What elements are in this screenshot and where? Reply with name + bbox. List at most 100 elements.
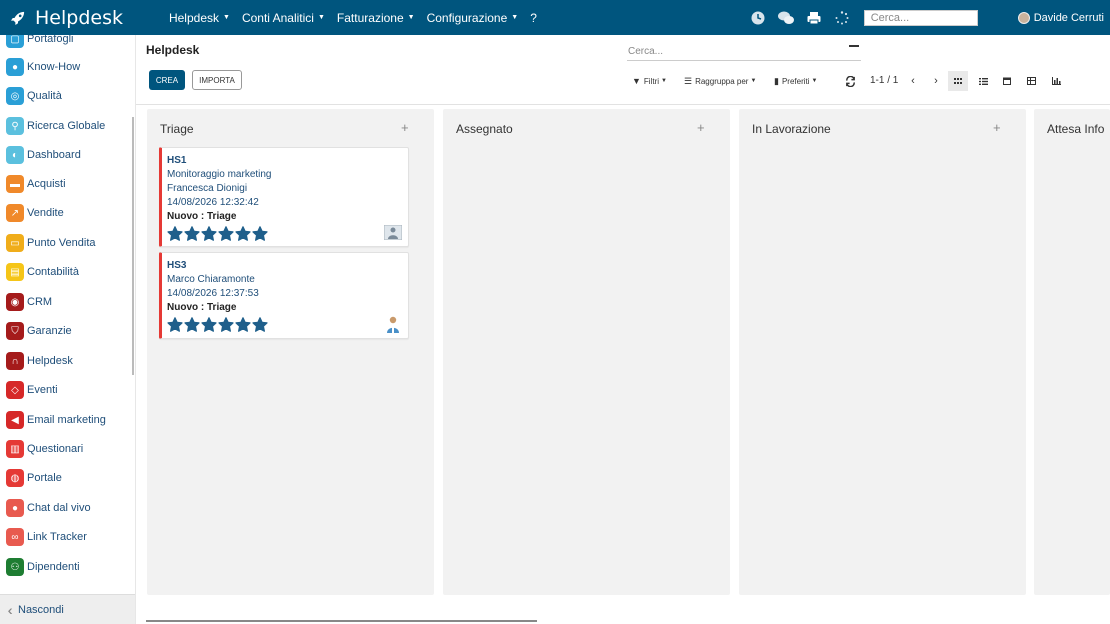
graph-view-icon[interactable] <box>1046 71 1066 91</box>
star-icon[interactable] <box>218 317 234 333</box>
add-card-icon[interactable]: + <box>697 120 705 135</box>
sidebar-item-crm[interactable]: ◉ CRM <box>6 292 52 312</box>
star-icon[interactable] <box>184 317 200 333</box>
sidebar-item-know-how[interactable]: ● Know-How <box>6 57 80 77</box>
import-button[interactable]: IMPORTA <box>192 70 242 90</box>
menu-helpdesk[interactable]: Helpdesk ▼ <box>169 11 230 25</box>
star-icon[interactable] <box>235 226 251 242</box>
caret-down-icon: ▼ <box>511 14 519 21</box>
filters-dropdown[interactable]: ▼ Filtri ▼ <box>632 73 667 89</box>
ticket-date: 14/08/2026 12:32:42 <box>167 197 259 208</box>
menu-help[interactable]: ? <box>530 11 537 25</box>
user-menu[interactable]: Davide Cerruti <box>1017 11 1104 24</box>
accounting-icon: ▤ <box>6 263 24 281</box>
survey-icon: ▥ <box>6 440 24 458</box>
groupby-dropdown[interactable]: ☰ Raggruppa per ▼ <box>684 73 756 89</box>
event-icon: ◇ <box>6 381 24 399</box>
chevron-right-icon[interactable]: › <box>930 73 942 89</box>
star-icon[interactable] <box>235 317 251 333</box>
groupby-icon: ☰ <box>684 75 693 86</box>
dashboard-icon: ◐ <box>6 146 24 164</box>
refresh-icon[interactable] <box>843 73 857 89</box>
sidebar-item-email-marketing[interactable]: ◀ Email marketing <box>6 410 106 430</box>
sidebar-item-acquisti[interactable]: ▬ Acquisti <box>6 174 66 194</box>
list-view-icon[interactable] <box>973 71 993 91</box>
sidebar-item-link-tracker[interactable]: ∞ Link Tracker <box>6 527 87 547</box>
column-title: In Lavorazione <box>752 122 831 136</box>
menu-conti-analitici[interactable]: Conti Analitici ▼ <box>242 11 325 25</box>
sidebar-item-contabilita[interactable]: ▤ Contabilità <box>6 262 79 282</box>
star-icon[interactable] <box>252 317 268 333</box>
sidebar-item-punto-vendita[interactable]: ▭ Punto Vendita <box>6 233 96 253</box>
breadcrumb: Helpdesk <box>146 43 200 57</box>
sidebar-scrollbar[interactable] <box>132 117 134 375</box>
star-icon[interactable] <box>252 226 268 242</box>
wallet-icon: ▢ <box>6 35 24 48</box>
sidebar-item-chat-dal-vivo[interactable]: ● Chat dal vivo <box>6 498 91 518</box>
spinner-icon[interactable] <box>834 10 850 26</box>
create-button[interactable]: CREA <box>149 70 185 90</box>
crm-icon: ◉ <box>6 293 24 311</box>
sidebar-item-vendite[interactable]: ↗ Vendite <box>6 203 64 223</box>
email-icon: ◀ <box>6 411 24 429</box>
column-title: Triage <box>160 122 194 136</box>
caret-down-icon: ▼ <box>317 14 325 21</box>
sidebar-item-portafogli[interactable]: ▢ Portafogli <box>6 35 73 49</box>
brand[interactable]: Helpdesk <box>11 7 123 29</box>
global-search-input[interactable]: Cerca... <box>863 9 978 26</box>
app-sidebar: ▢ Portafogli ● Know-How ◎ Qualità ⚲ Ricerca … <box>0 35 136 624</box>
top-navbar: Helpdesk Helpdesk ▼ Conti Analitici ▼ Fatt… <box>0 0 1110 35</box>
kanban-view-icon[interactable] <box>948 71 968 91</box>
pager-value[interactable]: 1-1 / 1 <box>870 75 898 86</box>
ticket-card-hs1[interactable]: HS1 Monitoraggio marketing Francesca Dio… <box>159 147 409 247</box>
app-name: Helpdesk <box>35 6 123 29</box>
filter-icon: ▼ <box>632 76 641 86</box>
priority-stars[interactable] <box>167 226 408 242</box>
sidebar-item-dipendenti[interactable]: ⚇ Dipendenti <box>6 557 80 577</box>
sidebar-item-garanzie[interactable]: ⛉ Garanzie <box>6 321 72 341</box>
employees-icon: ⚇ <box>6 558 24 576</box>
star-icon[interactable] <box>201 317 217 333</box>
clock-icon[interactable] <box>750 10 766 26</box>
warranty-icon: ⛉ <box>6 322 24 340</box>
sidebar-item-questionari[interactable]: ▥ Questionari <box>6 439 83 459</box>
calendar-view-icon[interactable] <box>997 71 1017 91</box>
priority-stars[interactable] <box>167 317 408 333</box>
user-name: Davide Cerruti <box>1033 11 1104 24</box>
add-card-icon[interactable]: + <box>993 120 1001 135</box>
sidebar-item-portale[interactable]: ◍ Portale <box>6 468 62 488</box>
headset-icon: ∩ <box>6 352 24 370</box>
sidebar-item-helpdesk[interactable]: ∩ Helpdesk <box>6 351 73 371</box>
print-icon[interactable] <box>806 10 822 26</box>
menu-configurazione[interactable]: Configurazione ▼ <box>427 11 519 25</box>
ticket-customer: Marco Chiaramonte <box>167 274 255 285</box>
star-icon[interactable] <box>167 226 183 242</box>
sidebar-item-ricerca-globale[interactable]: ⚲ Ricerca Globale <box>6 116 105 136</box>
star-icon[interactable] <box>201 226 217 242</box>
main-menu: Helpdesk ▼ Conti Analitici ▼ Fatturazione ▼… <box>169 11 549 25</box>
chevron-left-icon[interactable]: ‹ <box>907 73 919 89</box>
search-input[interactable]: Cerca... <box>627 42 861 61</box>
star-icon[interactable] <box>218 226 234 242</box>
sidebar-item-dashboard[interactable]: ◐ Dashboard <box>6 145 81 165</box>
avatar <box>1017 11 1030 24</box>
pivot-view-icon[interactable] <box>1021 71 1041 91</box>
favorites-dropdown[interactable]: ▮ Preferiti ▼ <box>774 73 817 89</box>
chat-icon[interactable] <box>777 10 794 26</box>
search-icon: ⚲ <box>6 117 24 135</box>
collapse-search-icon[interactable] <box>849 45 859 47</box>
column-title: Assegnato <box>456 122 513 136</box>
ticket-customer: Francesca Dionigi <box>167 183 248 194</box>
star-icon[interactable] <box>167 317 183 333</box>
ticket-date: 14/08/2026 12:37:53 <box>167 288 259 299</box>
link-icon: ∞ <box>6 528 24 546</box>
sidebar-hide-button[interactable]: ‹‹ Nascondi <box>0 594 135 624</box>
menu-fatturazione[interactable]: Fatturazione ▼ <box>337 11 415 25</box>
add-card-icon[interactable]: + <box>401 120 409 135</box>
sidebar-item-eventi[interactable]: ◇ Eventi <box>6 380 58 400</box>
star-icon[interactable] <box>184 226 200 242</box>
sidebar-item-qualita[interactable]: ◎ Qualità <box>6 86 62 106</box>
horizontal-scrollbar[interactable] <box>146 620 537 622</box>
caret-down-icon: ▼ <box>750 78 757 84</box>
ticket-card-hs3[interactable]: HS3 Marco Chiaramonte 14/08/2026 12:37:5… <box>159 252 409 339</box>
